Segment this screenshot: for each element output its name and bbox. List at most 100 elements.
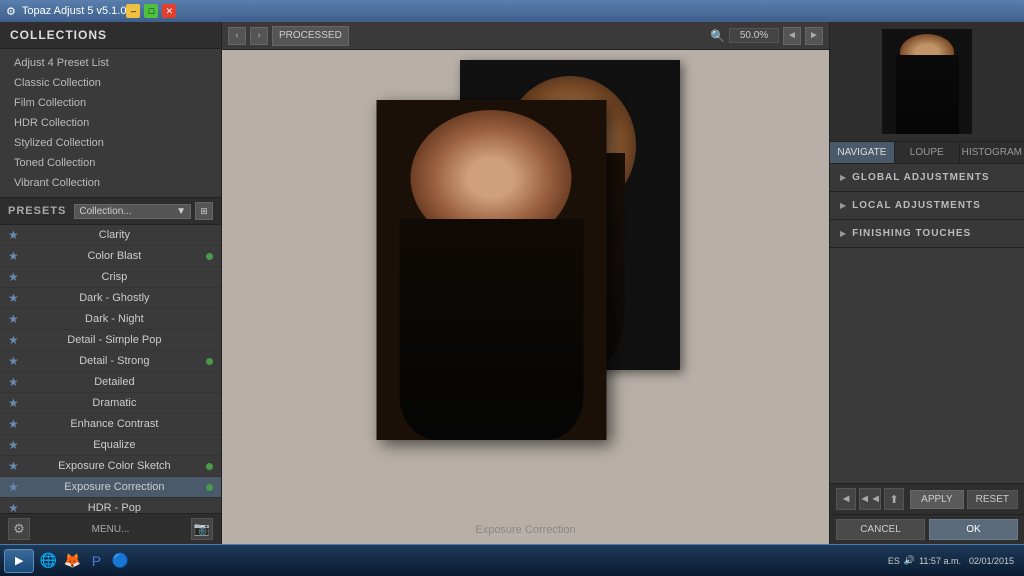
preset-item[interactable]: ★Dark - Night [0,309,221,330]
star-icon: ★ [8,417,19,431]
collection-item[interactable]: Stylized Collection [0,133,221,153]
star-icon: ★ [8,228,19,242]
processed-button[interactable]: PROCESSED [272,26,349,46]
triangle-right-icon: ▶ [840,229,846,238]
tray-time: 11:57 a.m. [919,556,961,566]
preset-dot [206,463,213,470]
back-button[interactable]: ◄ [836,488,856,510]
preset-name: Enhance Contrast [27,418,202,430]
collection-item[interactable]: Toned Collection [0,153,221,173]
navigate-tabs: NAVIGATELOUPEHISTOGRAM [830,142,1024,164]
collection-item[interactable]: Classic Collection [0,73,221,93]
preset-name: Detailed [27,376,202,388]
triangle-right-icon: ▶ [840,201,846,210]
reset-button[interactable]: RESET [967,490,1018,509]
minimize-button[interactable]: – [126,4,140,18]
preset-item[interactable]: ★ Exposure Correction [0,477,221,498]
collection-item[interactable]: HDR Collection [0,113,221,133]
ok-button[interactable]: OK [929,519,1018,540]
maximize-button[interactable]: □ [144,4,158,18]
preset-name: Detail - Simple Pop [27,334,202,346]
preset-item[interactable]: ★ Clarity [0,225,221,246]
preset-item[interactable]: ★ Detail - Strong [0,351,221,372]
thumbnail-area [830,22,1024,142]
adjustment-header[interactable]: ▶GLOBAL ADJUSTMENTS [830,164,1024,191]
main-layout: COLLECTIONS Adjust 4 Preset ListClassic … [0,22,1024,544]
preset-item[interactable]: ★ HDR - Pop [0,498,221,513]
preset-name: HDR - Pop [27,502,202,513]
preset-name: Detail - Strong [27,355,202,367]
preset-name: Equalize [27,439,202,451]
zoom-in-button[interactable]: ► [805,27,823,45]
close-button[interactable]: ✕ [162,4,176,18]
star-icon: ★ [8,249,19,263]
left-panel: COLLECTIONS Adjust 4 Preset ListClassic … [0,22,222,544]
collection-item[interactable]: Vibrant Collection [0,173,221,193]
collection-item[interactable]: Film Collection [0,93,221,113]
tray-lang: ES [888,556,900,566]
preset-name: Exposure Correction [27,481,202,493]
photo-front [376,100,606,440]
left-bottom-bar: ⚙ MENU... 📷 [0,513,221,544]
start-button[interactable]: ▶ [4,549,34,573]
preset-dot [206,253,213,260]
nav-left-button[interactable]: ‹ [228,27,246,45]
nav-right-button[interactable]: › [250,27,268,45]
adjustment-header[interactable]: ▶FINISHING TOUCHES [830,220,1024,247]
preset-item[interactable]: ★Detail - Simple Pop [0,330,221,351]
preset-item[interactable]: ★Detailed [0,372,221,393]
preset-name: Clarity [27,229,202,241]
nav-tab-loupe[interactable]: LOUPE [895,142,960,163]
adjustment-header[interactable]: ▶LOCAL ADJUSTMENTS [830,192,1024,219]
system-tray: ES 🔊 11:57 a.m. 02/01/2015 [882,555,1020,566]
presets-label: PRESETS [8,205,66,217]
chevron-left-icon: ‹ [235,30,238,41]
collection-item[interactable]: Adjust 4 Preset List [0,53,221,73]
preset-item[interactable]: ★Dark - Ghostly [0,288,221,309]
preset-item[interactable]: ★Equalize [0,435,221,456]
playback-controls: ◄ ◄◄ ⬆ APPLY RESET [830,483,1024,514]
taskbar-icon-3[interactable]: P [86,551,106,571]
apply-button[interactable]: APPLY [910,490,964,509]
preset-name: Color Blast [27,250,202,262]
right-footer: CANCEL OK [830,514,1024,544]
collection-dropdown[interactable]: Collection... ▼ [74,204,191,219]
star-icon: ★ [8,480,19,494]
nav-tab-navigate[interactable]: NAVIGATE [830,142,895,163]
app-icon: ⚙ [6,5,16,18]
zoom-out-button[interactable]: ◄ [783,27,801,45]
title-bar: ⚙ Topaz Adjust 5 v5.1.0 – □ ✕ [0,0,1024,22]
grid-view-button[interactable]: ⊞ [195,202,213,220]
app-title: Topaz Adjust 5 v5.1.0 [22,5,127,17]
camera-button[interactable]: 📷 [191,518,213,540]
star-icon: ★ [8,354,19,368]
nav-tab-histogram[interactable]: HISTOGRAM [960,142,1024,163]
taskbar: ▶ 🌐 🦊 P 🔵 ES 🔊 11:57 a.m. 02/01/2015 [0,544,1024,576]
chevron-right-icon: › [257,30,260,41]
taskbar-icon-2[interactable]: 🦊 [62,551,82,571]
preset-item[interactable]: ★ Color Blast [0,246,221,267]
preset-item[interactable]: ★Crisp [0,267,221,288]
forward-button[interactable]: ⬆ [884,488,904,510]
preset-item[interactable]: ★ Enhance Contrast [0,414,221,435]
taskbar-icon-1[interactable]: 🌐 [38,551,58,571]
triangle-right-icon: ▶ [840,173,846,182]
preset-item[interactable]: ★Exposure Color Sketch [0,456,221,477]
adjustment-section: ▶LOCAL ADJUSTMENTS [830,192,1024,220]
cancel-button[interactable]: CANCEL [836,519,925,540]
toolbar: ‹ › PROCESSED 🔍 50.0% ◄ ► [222,22,829,50]
collections-list: Adjust 4 Preset ListClassic CollectionFi… [0,49,221,198]
menu-label[interactable]: MENU... [92,524,130,535]
adjustment-section: ▶GLOBAL ADJUSTMENTS [830,164,1024,192]
star-icon: ★ [8,501,19,513]
preset-item[interactable]: ★Dramatic [0,393,221,414]
collections-title: COLLECTIONS [10,28,107,42]
star-icon: ★ [8,312,19,326]
star-icon: ★ [8,270,19,284]
back2-button[interactable]: ◄◄ [859,488,881,510]
taskbar-icon-4[interactable]: 🔵 [110,551,130,571]
collections-header: COLLECTIONS [0,22,221,49]
right-panel: NAVIGATELOUPEHISTOGRAM ▶GLOBAL ADJUSTMEN… [829,22,1024,544]
star-icon: ★ [8,459,19,473]
settings-button[interactable]: ⚙ [8,518,30,540]
